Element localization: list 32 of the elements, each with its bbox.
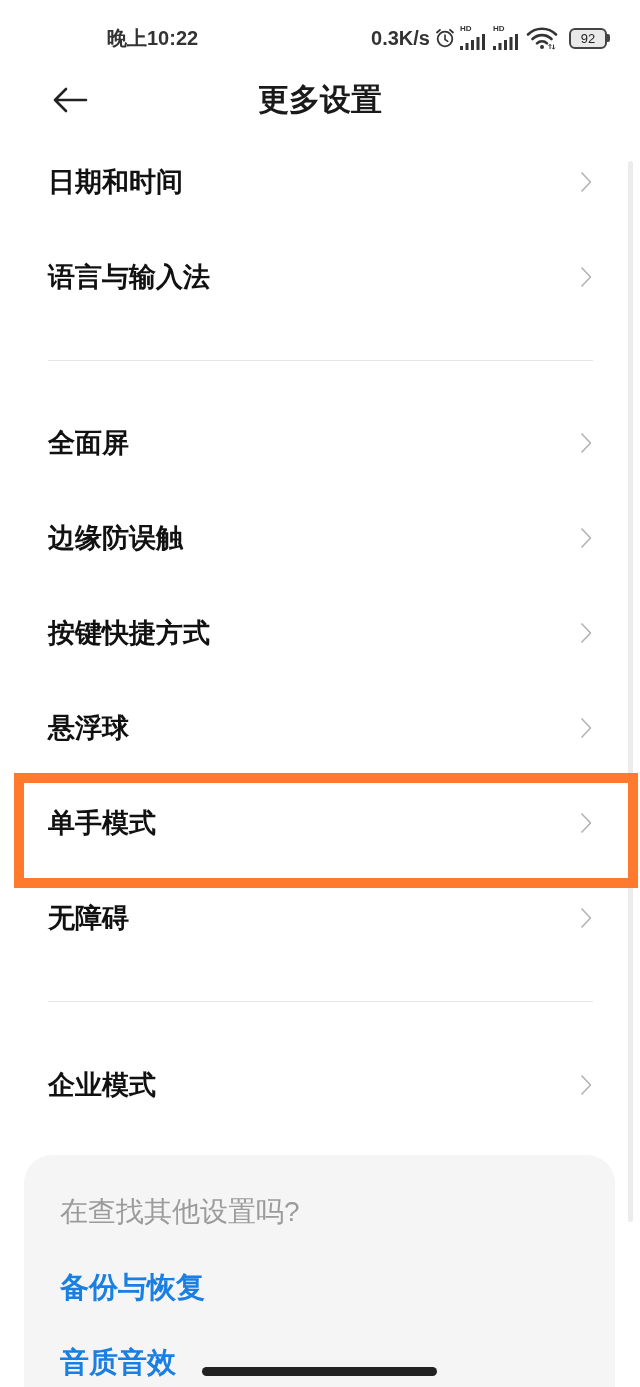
chevron-icon [580, 266, 592, 288]
network-speed: 0.3K/s [371, 26, 430, 51]
settings-item[interactable]: 语言与输入法 [0, 229, 640, 325]
chevron-icon [580, 432, 592, 454]
suggestion-link[interactable]: 备份与恢复 [60, 1268, 579, 1306]
page-title: 更多设置 [258, 81, 382, 119]
battery-indicator: 92 [569, 27, 610, 49]
network-type-label: HD [460, 24, 472, 33]
chevron-icon [580, 527, 592, 549]
settings-item[interactable]: 无障碍 [0, 870, 640, 966]
chevron-icon [580, 171, 592, 193]
chevron-icon [580, 1074, 592, 1096]
settings-item[interactable]: 按键快捷方式 [0, 585, 640, 681]
chevron-icon [580, 717, 592, 739]
status-time: 晚上10:22 [107, 26, 199, 51]
suggestions-title: 在查找其他设置吗? [60, 1195, 301, 1229]
chevron-icon [580, 907, 592, 929]
network-type-label: HD [493, 24, 505, 33]
signal-icon [460, 34, 488, 50]
suggestion-link[interactable]: 音质音效 [60, 1343, 579, 1381]
settings-item[interactable]: 单手模式 [0, 775, 640, 871]
back-arrow-icon [52, 87, 88, 114]
alarm-icon [435, 28, 455, 48]
settings-item[interactable]: 企业模式 [0, 1037, 640, 1133]
settings-item[interactable]: 日期和时间 [0, 134, 640, 230]
settings-item[interactable]: 边缘防误触 [0, 490, 640, 586]
wifi-icon [526, 26, 558, 50]
chevron-icon [580, 622, 592, 644]
settings-item[interactable]: 全面屏 [0, 395, 640, 491]
chevron-icon [580, 812, 592, 834]
signal-icon [493, 34, 521, 50]
settings-item[interactable]: 悬浮球 [0, 680, 640, 776]
